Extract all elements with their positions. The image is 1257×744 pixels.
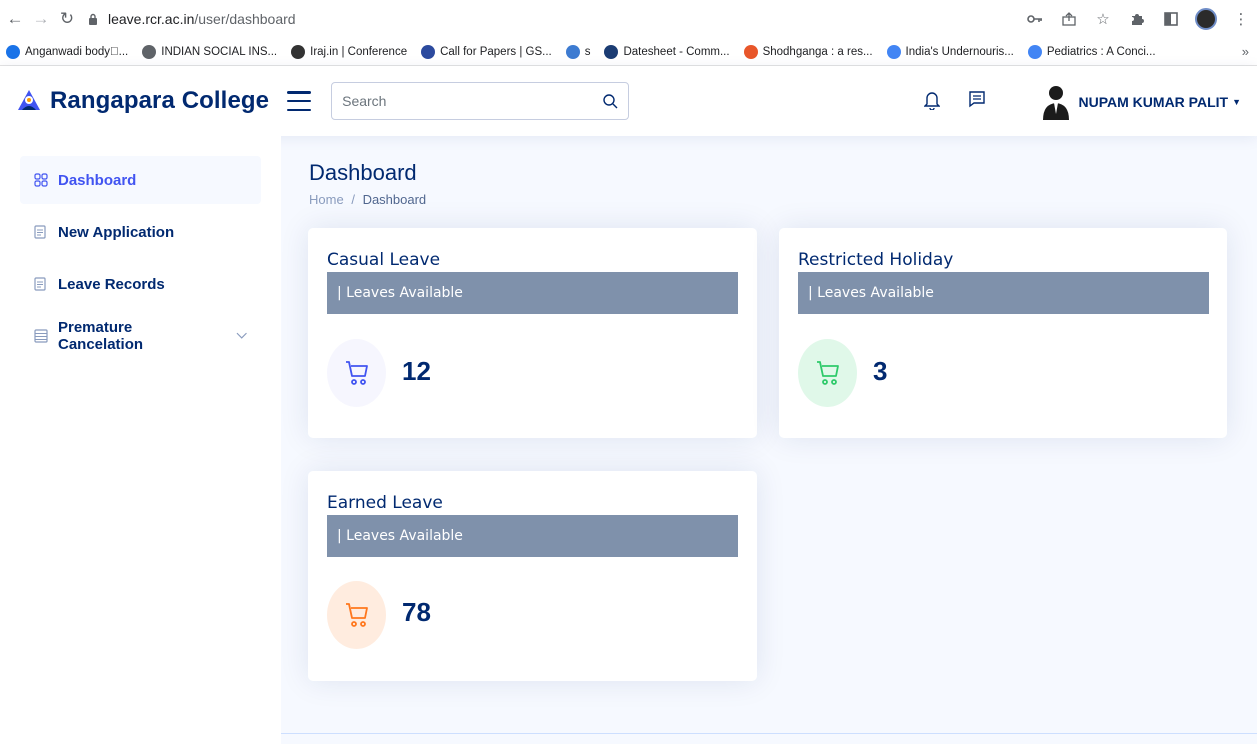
- card-icon-circle: [327, 339, 386, 407]
- chevron-down-icon[interactable]: [236, 332, 247, 340]
- card-title: Earned Leave: [327, 493, 443, 513]
- college-logo-icon: [18, 90, 40, 110]
- bookmark-item[interactable]: Iraj.in | Conference: [291, 44, 408, 59]
- profile-avatar[interactable]: [1195, 8, 1217, 30]
- casual-leave-card: Casual Leave | Leaves Available 12: [308, 228, 757, 438]
- search-icon[interactable]: [603, 93, 618, 109]
- cart-icon: [345, 603, 368, 627]
- bell-icon[interactable]: [924, 90, 940, 110]
- user-name: NUPAM KUMAR PALIT: [1078, 94, 1229, 110]
- caret-down-icon: ▼: [1232, 97, 1241, 107]
- search-input[interactable]: [342, 93, 604, 109]
- bookmark-item[interactable]: Datesheet - Comm...: [604, 44, 730, 59]
- user-avatar-icon: [1042, 86, 1069, 120]
- shodhganga-icon: [743, 44, 758, 59]
- user-menu[interactable]: NUPAM KUMAR PALIT ▼: [1041, 84, 1241, 120]
- bookmark-item[interactable]: Anganwadi body ...: [6, 44, 129, 59]
- restricted-holiday-card: Restricted Holiday | Leaves Available 3: [779, 228, 1227, 438]
- document-icon: [34, 277, 48, 291]
- sidepanel-icon[interactable]: [1161, 9, 1181, 29]
- bookmark-label: Anganwadi body ...: [25, 45, 129, 58]
- sidebar-item-leave-records[interactable]: Leave Records: [20, 260, 261, 308]
- brand-logo[interactable]: Rangapara College: [16, 87, 269, 115]
- globe-icon: [6, 44, 20, 59]
- sidebar-item-label: Premature Cancelation: [58, 319, 144, 353]
- address-bar[interactable]: leave.rcr.ac.in/user/dashboard: [86, 5, 1086, 33]
- document-icon: [34, 225, 48, 239]
- hamburger-menu-icon[interactable]: [287, 91, 312, 111]
- bookmark-item[interactable]: Pediatrics : A Conci...: [1027, 44, 1156, 59]
- chat-icon[interactable]: [968, 90, 986, 108]
- card-title: Casual Leave: [327, 250, 441, 270]
- key-icon[interactable]: [1025, 9, 1045, 29]
- card-subtitle: | Leaves Available: [798, 272, 1209, 314]
- bookmark-label: s: [584, 45, 591, 58]
- forward-arrow-icon[interactable]: →: [30, 8, 52, 30]
- bookmark-item[interactable]: Call for Papers | GS...: [421, 44, 552, 59]
- search-bar[interactable]: [331, 82, 630, 120]
- cart-icon: [345, 361, 368, 385]
- bookmark-label: Datesheet - Comm...: [623, 45, 730, 58]
- bookmark-item[interactable]: s: [565, 44, 591, 59]
- sidebar-item-label: Leave Records: [58, 275, 165, 293]
- back-arrow-icon[interactable]: ←: [4, 8, 26, 30]
- card-subtitle: | Leaves Available: [327, 272, 738, 314]
- browser-toolbar: ← → ↻ leave.rcr.ac.in/user/dashboard ☆ ⋮: [0, 0, 1257, 38]
- earned-leave-card: Earned Leave | Leaves Available 78: [308, 471, 757, 681]
- app-header: Rangapara College NUPAM KUMAR PALIT ▼: [0, 66, 1257, 136]
- star-icon[interactable]: ☆: [1093, 9, 1113, 29]
- sidebar-item-premature-cancelation[interactable]: Premature Cancelation: [20, 312, 261, 360]
- sidebar: Dashboard New Application Leave Records …: [0, 136, 281, 744]
- breadcrumb-home[interactable]: Home: [309, 192, 344, 207]
- bookmark-label: Pediatrics : A Conci...: [1046, 45, 1156, 58]
- card-icon-circle: [327, 581, 386, 649]
- leave-count: 3: [873, 356, 888, 386]
- google-icon: [1027, 44, 1042, 59]
- bookmark-item[interactable]: India's Undernouris...: [886, 44, 1014, 59]
- sidebar-item-new-application[interactable]: New Application: [20, 208, 261, 256]
- sidebar-item-dashboard[interactable]: Dashboard: [20, 156, 261, 204]
- bookmark-label: Iraj.in | Conference: [310, 45, 408, 58]
- footer-divider: [281, 733, 1257, 734]
- un-icon: [421, 44, 436, 59]
- iraj-icon: [291, 44, 306, 59]
- kebab-menu-icon[interactable]: ⋮: [1231, 9, 1251, 29]
- bookmark-item[interactable]: Shodhganga : a res...: [743, 44, 873, 59]
- grid-icon: [34, 173, 48, 187]
- globe-icon: [142, 44, 157, 59]
- card-subtitle: | Leaves Available: [327, 515, 738, 557]
- bookmark-label: INDIAN SOCIAL INS...: [161, 45, 278, 58]
- datesheet-icon: [604, 44, 619, 59]
- bookmark-label: India's Undernouris...: [905, 45, 1014, 58]
- card-title: Restricted Holiday: [798, 250, 954, 270]
- bookmarks-bar: Anganwadi body ... INDIAN SOCIAL INS... Ir…: [0, 38, 1257, 66]
- breadcrumb-current: Dashboard: [362, 192, 427, 207]
- lock-icon: [86, 12, 100, 26]
- url-path: /user/dashboard: [194, 11, 296, 27]
- breadcrumb: Home / Dashboard: [309, 192, 426, 207]
- share-icon[interactable]: [1059, 9, 1079, 29]
- sidebar-item-label: Dashboard: [58, 171, 137, 189]
- page-title: Dashboard: [309, 160, 417, 185]
- brand-name: Rangapara College: [50, 87, 270, 114]
- bookmark-label: Call for Papers | GS...: [440, 45, 552, 58]
- card-icon-circle: [798, 339, 857, 407]
- breadcrumb-separator: /: [351, 192, 355, 207]
- bookmarks-overflow-button[interactable]: »: [1242, 44, 1249, 59]
- site-icon: [565, 44, 580, 59]
- bookmark-label: Shodhganga : a res...: [762, 45, 873, 58]
- cart-icon: [816, 361, 839, 385]
- sidebar-item-label: New Application: [58, 223, 175, 241]
- leave-count: 12: [402, 356, 431, 386]
- bookmark-item[interactable]: INDIAN SOCIAL INS...: [142, 44, 278, 59]
- google-icon: [886, 44, 901, 59]
- list-icon: [34, 329, 48, 343]
- reload-icon[interactable]: ↻: [56, 8, 78, 30]
- puzzle-icon[interactable]: [1127, 9, 1147, 29]
- url-host: leave.rcr.ac.in: [108, 11, 195, 27]
- leave-count: 78: [402, 597, 431, 627]
